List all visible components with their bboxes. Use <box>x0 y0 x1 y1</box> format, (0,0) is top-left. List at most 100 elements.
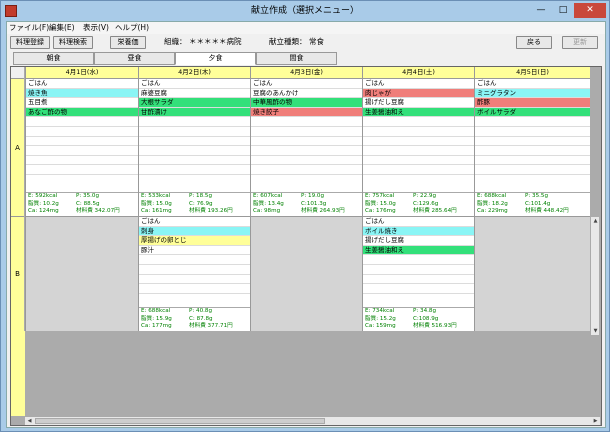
dish-empty-slot[interactable] <box>475 146 590 156</box>
dish-item[interactable]: ごはん <box>139 217 250 227</box>
dish-empty-slot[interactable] <box>363 165 474 175</box>
dish-item[interactable]: 焼き魚 <box>26 88 138 99</box>
dish-item[interactable]: 揚げだし豆腐 <box>363 98 474 108</box>
tab-dinner[interactable]: 夕食 <box>175 52 256 65</box>
dish-empty-slot[interactable] <box>139 146 250 156</box>
dish-item[interactable]: 揚げだし豆腐 <box>363 236 474 246</box>
dish-empty-slot[interactable] <box>363 156 474 166</box>
menu-cell[interactable]: ごはん ミニグラタン 酢豚 ボイルサラダ E: 688kcal P: 35.5g 脂質: 1… <box>474 78 590 216</box>
dish-item[interactable]: 豆腐のあんかけ <box>251 89 362 99</box>
dish-empty-slot[interactable] <box>475 156 590 166</box>
dish-empty-slot[interactable] <box>363 117 474 127</box>
dish-item[interactable]: 麻婆豆腐 <box>139 89 250 99</box>
dish-empty-slot[interactable] <box>363 146 474 156</box>
menu-cell[interactable]: ごはん 刺身 厚揚げの卵とじ 豚汁 E: 688kcal P: 40.8g 脂質: 15.9… <box>138 216 250 331</box>
dish-item[interactable]: あなご酢の物 <box>26 107 138 118</box>
dish-item[interactable]: 甘酢漬け <box>139 107 250 118</box>
register-dish-button[interactable]: 料理登録 <box>10 36 50 49</box>
nutrition-button[interactable]: 栄養価 <box>110 36 146 49</box>
dish-empty-slot[interactable] <box>139 284 250 294</box>
dish-item[interactable]: ボイルサラダ <box>475 107 590 118</box>
dish-empty-slot[interactable] <box>251 117 362 127</box>
dish-item[interactable]: 焼き餃子 <box>251 107 362 118</box>
title-bar[interactable]: 献立作成（選択メニュー） — □ ✕ <box>1 1 609 21</box>
minimize-button[interactable]: — <box>530 3 552 18</box>
dish-empty-slot[interactable] <box>475 165 590 175</box>
dish-item[interactable]: 中華風酢の物 <box>251 98 362 108</box>
scroll-down-icon[interactable]: ▼ <box>591 327 600 335</box>
dish-empty-slot[interactable] <box>139 156 250 166</box>
dish-item[interactable]: 肉じゃが <box>363 88 474 99</box>
dish-empty-slot[interactable] <box>363 127 474 137</box>
row-a-vertical-scrollbar[interactable]: ▲ ▼ <box>590 217 599 335</box>
dish-empty-slot[interactable] <box>251 137 362 147</box>
dish-empty-slot[interactable] <box>26 146 138 156</box>
dish-empty-slot[interactable] <box>139 255 250 265</box>
menu-cell[interactable]: ごはん 肉じゃが 揚げだし豆腐 生姜醤油和え E: 757kcal P: 22.9g 脂質:… <box>362 78 474 216</box>
dish-item[interactable]: ごはん <box>26 79 138 89</box>
tab-breakfast[interactable]: 朝食 <box>13 52 94 65</box>
dish-item[interactable]: 生姜醤油和え <box>363 107 474 118</box>
dish-empty-slot[interactable] <box>26 117 138 127</box>
dish-item[interactable]: 酢豚 <box>475 98 590 108</box>
tab-lunch[interactable]: 昼食 <box>94 52 175 65</box>
scroll-left-icon[interactable]: ◀ <box>25 417 34 425</box>
dish-empty-slot[interactable] <box>251 146 362 156</box>
horizontal-scroll-thumb[interactable] <box>35 418 325 424</box>
dish-empty-slot[interactable] <box>475 127 590 137</box>
dish-empty-slot[interactable] <box>251 127 362 137</box>
back-button[interactable]: 戻る <box>516 36 552 49</box>
dish-empty-slot[interactable] <box>139 265 250 275</box>
menu-cell[interactable]: ごはん ボイル焼き 揚げだし豆腐 生姜醤油和え E: 734kcal P: 34.8g 脂質… <box>362 216 474 331</box>
scroll-up-icon[interactable]: ▲ <box>591 217 600 225</box>
dish-item[interactable]: ごはん <box>251 79 362 89</box>
dish-empty-slot[interactable] <box>26 165 138 175</box>
horizontal-scrollbar[interactable]: ◀ ▶ <box>25 416 600 425</box>
dish-empty-slot[interactable] <box>139 137 250 147</box>
search-dish-button[interactable]: 料理検索 <box>53 36 93 49</box>
dish-item[interactable]: 大根サラダ <box>139 98 250 108</box>
menu-help[interactable]: ヘルプ(H) <box>115 22 149 34</box>
dish-empty-slot[interactable] <box>475 117 590 127</box>
dish-item[interactable]: 豚汁 <box>139 246 250 256</box>
dish-empty-slot[interactable] <box>139 275 250 285</box>
menu-cell[interactable]: ごはん 豆腐のあんかけ 中華風酢の物 焼き餃子 E: 607kcal P: 19.0g 脂質… <box>250 78 362 216</box>
dish-item[interactable]: ごはん <box>363 79 474 89</box>
dish-item[interactable]: ごはん <box>475 79 590 89</box>
update-button[interactable]: 更新 <box>562 36 598 49</box>
dish-item[interactable]: 厚揚げの卵とじ <box>139 236 250 246</box>
dish-item[interactable]: ごはん <box>139 79 250 89</box>
dish-empty-slot[interactable] <box>363 255 474 265</box>
menu-cell[interactable]: ごはん 焼き魚 五目煮 あなご酢の物 E: 592kcal P: 35.0g 脂質: 10.… <box>25 78 138 216</box>
dish-item[interactable]: ボイル焼き <box>363 226 474 237</box>
menu-cell[interactable]: ごはん 麻婆豆腐 大根サラダ 甘酢漬け E: 533kcal P: 18.5g 脂質: 15… <box>138 78 250 216</box>
dish-item[interactable]: ごはん <box>363 217 474 227</box>
dish-empty-slot[interactable] <box>139 117 250 127</box>
menu-view[interactable]: 表示(V) <box>83 22 109 34</box>
dish-empty-slot[interactable] <box>363 275 474 285</box>
menu-cell[interactable] <box>474 216 590 331</box>
tab-snack[interactable]: 間食 <box>256 52 337 65</box>
dish-empty-slot[interactable] <box>26 127 138 137</box>
dish-item[interactable]: 刺身 <box>139 226 250 237</box>
dish-empty-slot[interactable] <box>26 137 138 147</box>
dish-empty-slot[interactable] <box>26 156 138 166</box>
dish-empty-slot[interactable] <box>475 137 590 147</box>
dish-empty-slot[interactable] <box>251 156 362 166</box>
dish-empty-slot[interactable] <box>139 165 250 175</box>
dish-empty-slot[interactable] <box>139 127 250 137</box>
dish-empty-slot[interactable] <box>363 137 474 147</box>
menu-cell[interactable] <box>25 216 138 331</box>
menu-file[interactable]: ファイル(F) <box>9 22 49 34</box>
dish-item[interactable]: 生姜醤油和え <box>363 245 474 256</box>
dish-empty-slot[interactable] <box>251 165 362 175</box>
scroll-right-icon[interactable]: ▶ <box>591 417 600 425</box>
menu-edit[interactable]: 編集(E) <box>49 22 75 34</box>
dish-empty-slot[interactable] <box>363 284 474 294</box>
dish-item[interactable]: ミニグラタン <box>475 88 590 99</box>
dish-item[interactable]: 五目煮 <box>26 98 138 108</box>
close-button[interactable]: ✕ <box>574 3 606 18</box>
dish-empty-slot[interactable] <box>363 265 474 275</box>
menu-cell[interactable] <box>250 216 362 331</box>
maximize-button[interactable]: □ <box>552 3 574 18</box>
